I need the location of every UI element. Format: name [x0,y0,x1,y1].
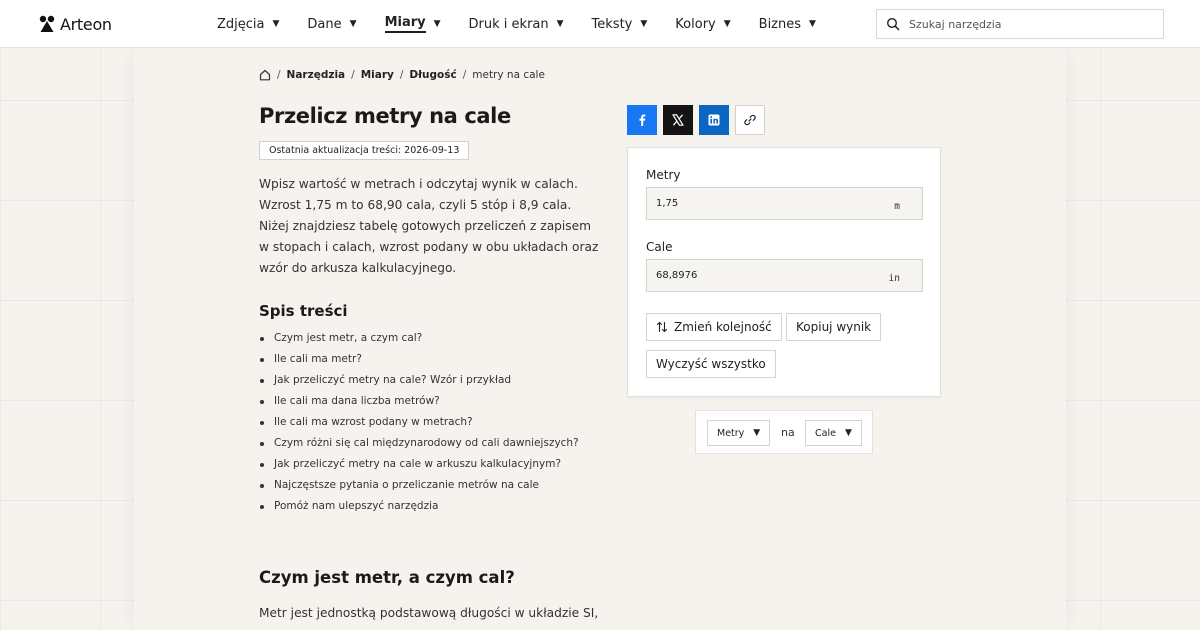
toc-item: Ile cali ma metr? [259,349,619,370]
toc-link[interactable]: Jak przeliczyć metry na cale? Wzór i prz… [274,374,511,386]
toc-item: Jak przeliczyć metry na cale? Wzór i prz… [259,370,619,391]
nav-item-kolory[interactable]: Kolory ▼ [675,0,730,48]
nav-item-druk-i-ekran[interactable]: Druk i ekran ▼ [469,0,564,48]
copy-link-button[interactable] [735,105,765,135]
copy-result-label: Kopiuj wynik [796,320,872,334]
nav-label: Dane [307,16,342,32]
nav-label: Teksty [591,16,633,32]
caret-down-icon: ▼ [433,19,441,29]
caret-down-icon: ▼ [809,19,816,29]
toc-item: Najczęstsze pytania o przeliczanie metró… [259,475,619,496]
caret-down-icon: ▼ [723,19,731,29]
toc-link[interactable]: Najczęstsze pytania o przeliczanie metró… [274,479,539,491]
unit-picker: Metry ▼ na Cale ▼ [695,410,873,454]
from-unit: m [894,201,900,212]
main-nav: Zdjęcia ▼ Dane ▼ Miary ▼ Druk i ekran ▼ … [217,0,844,48]
caret-down-icon: ▼ [556,19,564,29]
search-input[interactable] [909,17,1149,31]
facebook-icon [639,114,646,126]
breadcrumb-link-dlugosc[interactable]: Długość [409,69,456,81]
from-unit-select-value: Metry [717,427,745,439]
to-unit-select[interactable]: Cale ▼ [805,420,862,446]
breadcrumb-separator: / [277,69,281,81]
nav-item-biznes[interactable]: Biznes ▼ [759,0,816,48]
copy-result-button[interactable]: Kopiuj wynik [786,313,882,341]
toc-item: Czym jest metr, a czym cal? [259,328,619,349]
from-unit-select[interactable]: Metry ▼ [707,420,771,446]
search-box[interactable] [876,9,1164,39]
x-icon [672,114,684,126]
nav-label: Biznes [758,16,802,32]
brand-logo[interactable]: Arteon [39,14,112,34]
section-paragraph: Metr jest jednostką podstawową długości … [259,606,599,620]
page-title: Przelicz metry na cale [259,104,511,128]
inches-input[interactable] [647,260,877,291]
swap-order-button[interactable]: Zmień kolejność [646,313,782,341]
nav-label: Miary [384,15,426,33]
swap-order-label: Zmień kolejność [674,320,772,334]
nav-item-zdjecia[interactable]: Zdjęcia ▼ [217,0,279,48]
updated-badge: Ostatnia aktualizacja treści: 2026-09-13 [259,141,470,160]
to-unit: in [888,273,900,284]
toc-link[interactable]: Ile cali ma dana liczba metrów? [274,395,440,407]
toc-link[interactable]: Czym jest metr, a czym cal? [274,332,422,344]
nav-label: Druk i ekran [468,16,549,32]
meters-input[interactable] [647,188,877,219]
nav-item-miary[interactable]: Miary ▼ [384,0,441,48]
toc-item: Pomóż nam ulepszyć narzędzia [259,496,619,517]
logo-mark-icon [39,15,55,32]
breadcrumb: / Narzędzia / Miary / Długość / metry na… [259,69,545,81]
breadcrumb-separator: / [399,69,404,81]
share-linkedin-button[interactable] [699,105,729,135]
caret-down-icon: ▼ [349,19,357,29]
breadcrumb-current: metry na cale [472,69,545,81]
nav-item-teksty[interactable]: Teksty ▼ [592,0,648,48]
toc-item: Ile cali ma dana liczba metrów? [259,391,619,412]
toc-link[interactable]: Czym różni się cal międzynarodowy od cal… [274,437,579,449]
toc-link[interactable]: Pomóż nam ulepszyć narzędzia [274,500,438,512]
caret-down-icon: ▼ [753,428,761,438]
section-heading: Czym jest metr, a czym cal? [259,568,515,587]
breadcrumb-separator: / [462,69,467,81]
to-unit-select-value: Cale [815,427,836,439]
nav-item-dane[interactable]: Dane ▼ [307,0,356,48]
from-field: m [646,187,923,220]
linkedin-icon [708,114,720,126]
breadcrumb-separator: / [351,69,355,81]
caret-down-icon: ▼ [272,19,280,29]
share-x-button[interactable] [663,105,693,135]
converter-card: Metry m Cale in Zmień kolejność Kopiuj w… [627,147,941,397]
share-bar [627,105,765,135]
to-label: Cale [646,240,673,254]
toc-item: Czym różni się cal międzynarodowy od cal… [259,433,619,454]
toc-link[interactable]: Jak przeliczyć metry na cale w arkuszu k… [274,458,561,470]
table-of-contents: Czym jest metr, a czym cal? Ile cali ma … [259,328,619,517]
breadcrumb-link-miary[interactable]: Miary [361,69,394,81]
nav-label: Zdjęcia [217,16,265,32]
to-field: in [646,259,923,292]
swap-icon [656,321,668,333]
clear-all-button[interactable]: Wyczyść wszystko [646,350,776,378]
search-icon [886,17,900,31]
caret-down-icon: ▼ [640,19,648,29]
share-facebook-button[interactable] [627,105,657,135]
caret-down-icon: ▼ [844,428,852,438]
toc-heading: Spis treści [259,302,348,320]
clear-all-label: Wyczyść wszystko [656,357,766,371]
brand-name: Arteon [60,14,112,34]
link-icon [744,114,756,126]
site-header: Arteon Zdjęcia ▼ Dane ▼ Miary ▼ Druk i e… [0,0,1200,48]
toc-item: Ile cali ma wzrost podany w metrach? [259,412,619,433]
nav-label: Kolory [675,16,716,32]
toc-link[interactable]: Ile cali ma wzrost podany w metrach? [274,416,473,428]
intro-paragraph: Wpisz wartość w metrach i odczytaj wynik… [259,177,599,275]
breadcrumb-link-narzedzia[interactable]: Narzędzia [287,69,346,81]
toc-link[interactable]: Ile cali ma metr? [274,353,362,365]
unit-connector: na [781,426,795,439]
home-icon[interactable] [259,69,271,81]
toc-item: Jak przeliczyć metry na cale w arkuszu k… [259,454,619,475]
from-label: Metry [646,168,681,182]
